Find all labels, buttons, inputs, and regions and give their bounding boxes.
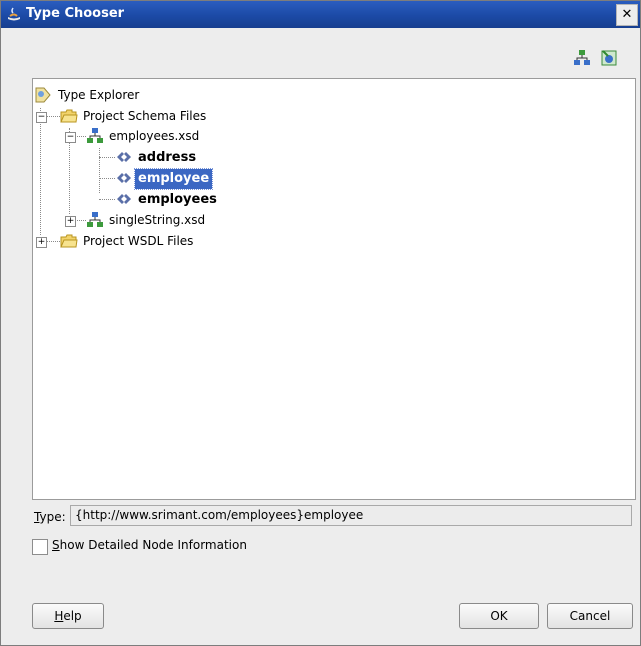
element-icon (115, 148, 133, 166)
tree-line (99, 178, 115, 179)
help-button[interactable]: Help (32, 603, 104, 629)
close-icon: ✕ (621, 7, 633, 22)
tree-label: singleString.xsd (109, 213, 206, 227)
tree-node-address[interactable]: address (115, 147, 199, 167)
type-explorer-tree[interactable]: Type Explorer − Project Schema Files − e… (32, 78, 636, 500)
app-icon (5, 5, 23, 23)
detailed-node-info-label[interactable]: Show Detailed Node Information (52, 538, 247, 552)
title-bar[interactable]: Type Chooser ✕ (1, 1, 640, 28)
import-icon[interactable] (599, 48, 619, 68)
tree-label: Project Schema Files (83, 109, 207, 123)
tree-label: address (138, 150, 197, 165)
collapse-toggle[interactable]: − (36, 112, 47, 123)
dialog-title: Type Chooser (26, 6, 125, 21)
element-icon (115, 169, 133, 187)
tree-node-employee[interactable]: employee (115, 168, 214, 190)
tree-node-employees[interactable]: employees (115, 189, 220, 209)
type-label: Type: (34, 510, 66, 524)
tree-node-employees-xsd[interactable]: employees.xsd (86, 126, 202, 146)
tree-node-singlestring-xsd[interactable]: singleString.xsd (86, 210, 208, 230)
cancel-button[interactable]: Cancel (547, 603, 633, 629)
tree-label: employees (138, 192, 217, 207)
close-button[interactable]: ✕ (616, 4, 638, 26)
expand-toggle[interactable]: + (65, 216, 76, 227)
type-explorer-icon (34, 86, 52, 104)
type-field[interactable]: {http://www.srimant.com/employees}employ… (70, 505, 632, 526)
tree-node-project-wsdl-files[interactable]: Project WSDL Files (60, 231, 196, 251)
detailed-node-info-checkbox[interactable] (32, 539, 48, 555)
type-chooser-dialog: Type Chooser ✕ Type Explorer − Project S… (0, 0, 641, 646)
tree-line (99, 199, 115, 200)
tree-label: Project WSDL Files (83, 234, 194, 248)
tree-line (45, 116, 60, 117)
tree-line (99, 148, 100, 193)
collapse-toggle[interactable]: − (65, 132, 76, 143)
folder-icon (60, 232, 78, 250)
expand-toggle[interactable]: + (36, 237, 47, 248)
element-icon (115, 190, 133, 208)
tree-line (40, 108, 41, 235)
schema-icon (86, 127, 104, 145)
tree-node-project-schema-files[interactable]: Project Schema Files (60, 106, 209, 126)
tree-line (45, 241, 60, 242)
tree-label-selected: employee (133, 168, 214, 190)
folder-icon (60, 107, 78, 125)
new-schema-icon[interactable] (572, 48, 592, 68)
tree-line (99, 157, 115, 158)
tree-label: employees.xsd (109, 129, 200, 143)
tree-root-node[interactable]: Type Explorer (33, 85, 142, 105)
schema-icon (86, 211, 104, 229)
tree-root-label: Type Explorer (58, 88, 140, 102)
ok-button[interactable]: OK (459, 603, 539, 629)
